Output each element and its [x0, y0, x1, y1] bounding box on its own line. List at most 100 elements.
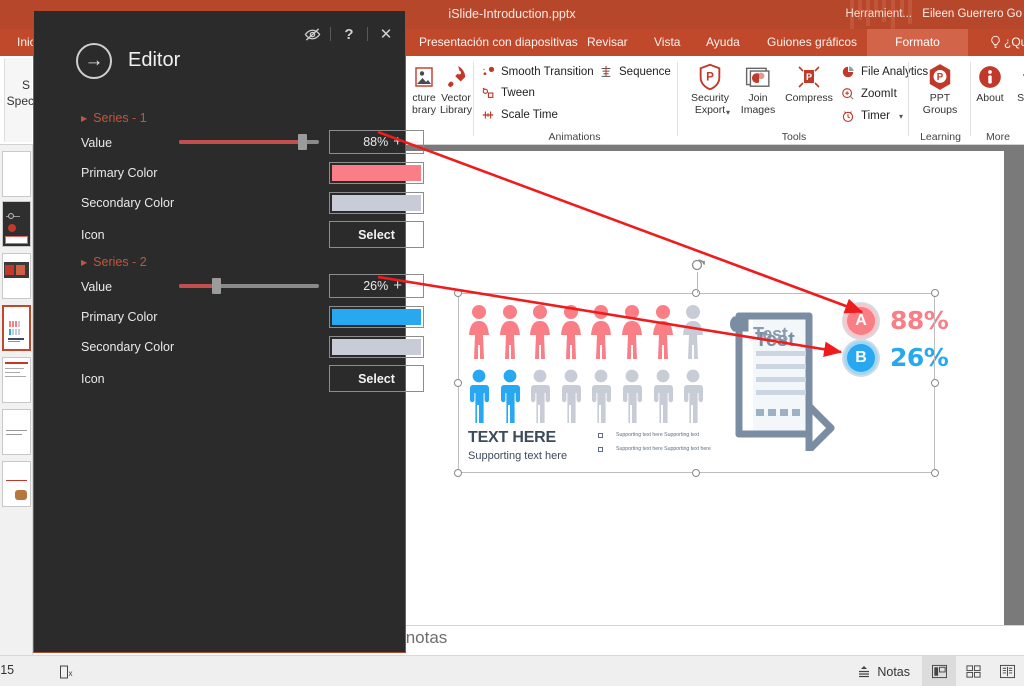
resize-handle-nw[interactable] — [454, 289, 462, 297]
contextual-tab-label: Herramient... — [845, 8, 912, 20]
account-name[interactable]: Eileen Guerrero Go — [922, 0, 1022, 29]
thumbnail-slide-current[interactable] — [2, 305, 31, 351]
series-1-increase-button[interactable]: + — [393, 134, 402, 149]
lightbulb-icon — [991, 35, 1000, 48]
slide-thumbnail-rail[interactable] — [0, 145, 33, 655]
sequence-button[interactable]: Sequence — [598, 62, 671, 82]
join-images-button[interactable]: Join Images — [736, 60, 780, 116]
tab-presentacion[interactable]: Presentación con diapositivas — [410, 29, 587, 56]
smooth-transition-button[interactable]: Smooth Transition — [480, 62, 594, 82]
series-2-decrease-button[interactable]: — — [407, 280, 418, 292]
thumbnail-slide[interactable] — [2, 409, 31, 455]
series-2-header[interactable]: ▶ Series - 2 — [81, 255, 147, 269]
resize-handle-e[interactable] — [931, 379, 939, 387]
editor-collapse-arrow-icon[interactable]: → — [76, 43, 112, 79]
timer-dropdown-arrow[interactable]: ▾ — [899, 112, 903, 121]
rotate-handle-icon[interactable] — [690, 257, 706, 273]
zoomit-label: ZoomIt — [861, 88, 897, 100]
side-panel-line-1: S — [21, 78, 30, 92]
series-1-value-slider[interactable] — [179, 134, 319, 150]
resize-handle-s[interactable] — [692, 469, 700, 477]
series-2-secondary-color-swatch[interactable] — [329, 336, 424, 358]
side-panel-line-2: Spec — [6, 94, 34, 108]
series-1-value-box[interactable]: 88% + — — [329, 130, 424, 154]
series-2-slider-knob[interactable] — [212, 278, 221, 294]
join-images-label-1: Join — [748, 92, 768, 104]
tell-me-box[interactable]: ¿Qu — [1004, 29, 1024, 56]
status-right-controls: Notas — [857, 656, 1024, 686]
vector-library-button[interactable]: Vector Library — [430, 60, 482, 116]
series-2-value-box[interactable]: 26% + — — [329, 274, 424, 298]
zoomit-button[interactable]: ZoomIt — [840, 84, 897, 104]
reading-view-button[interactable] — [990, 656, 1024, 686]
series-1-header[interactable]: ▶ Series - 1 — [81, 111, 147, 125]
thumbnail-slide[interactable] — [2, 461, 31, 507]
selection-frame — [458, 293, 935, 473]
series-1-icon-label: Icon — [81, 228, 105, 242]
resize-handle-n[interactable] — [692, 289, 700, 297]
slide-counter: a 8 de 15 — [0, 663, 15, 677]
islide-editor-panel[interactable]: ? ✕ → Editor ▶ Series - 1 Value 88% + — P… — [33, 10, 424, 653]
series-2-value: 26% — [363, 279, 389, 293]
tween-icon — [480, 85, 496, 101]
resize-handle-sw[interactable] — [454, 469, 462, 477]
learning-group-label: Learning — [920, 131, 961, 143]
series-1-secondary-color-swatch[interactable] — [329, 192, 424, 214]
ribbon-separator-3 — [908, 62, 909, 136]
security-export-dropdown-arrow[interactable]: ▾ — [726, 108, 730, 117]
ppt-groups-button[interactable]: P PPT Groups — [914, 60, 966, 116]
help-icon[interactable]: ? — [340, 25, 358, 43]
series-1-value: 88% — [363, 135, 389, 149]
resize-handle-se[interactable] — [931, 469, 939, 477]
settings-icon — [1006, 60, 1024, 93]
reading-view-icon — [999, 664, 1015, 679]
tab-revisar[interactable]: Revisar — [578, 29, 637, 56]
notes-toggle-label: Notas — [877, 664, 910, 679]
thumbnail-slide[interactable] — [2, 253, 31, 299]
thumbnail-slide[interactable] — [2, 357, 31, 403]
accessibility-icon[interactable]: x — [60, 665, 74, 679]
series-2-primary-color-swatch[interactable] — [329, 306, 424, 328]
series-1-decrease-button[interactable]: — — [407, 136, 418, 148]
editor-header-icons: ? ✕ — [303, 25, 395, 43]
status-bar: a 8 de 15 x Notas — [0, 655, 1024, 686]
series-2-value-slider[interactable] — [179, 278, 319, 294]
series-1-title: Series - 1 — [93, 111, 147, 125]
security-export-label-1: Security — [691, 92, 729, 104]
compress-button[interactable]: P Compress — [780, 60, 838, 105]
tab-formato[interactable]: Formato — [867, 29, 968, 56]
zoomit-icon — [840, 86, 856, 102]
slide-sorter-button[interactable] — [956, 656, 990, 686]
tween-button[interactable]: Tween — [480, 83, 535, 103]
tab-ayuda[interactable]: Ayuda — [697, 29, 749, 56]
series-2-primary-color-label: Primary Color — [81, 310, 158, 324]
thumbnail-slide[interactable] — [2, 151, 31, 197]
svg-text:P: P — [937, 72, 944, 83]
resize-handle-ne[interactable] — [931, 289, 939, 297]
side-panel-fragment: S Spec — [4, 58, 34, 142]
ppt-groups-label-1: PPT — [929, 92, 951, 104]
timer-button[interactable]: Timer ▾ — [840, 106, 903, 126]
app-root: iSlide-Introduction.pptx Herramient... E… — [0, 0, 1024, 686]
scale-time-button[interactable]: Scale Time — [480, 105, 558, 125]
editor-title: Editor — [128, 49, 181, 71]
series-1-primary-color-swatch[interactable] — [329, 162, 424, 184]
eye-slash-icon[interactable] — [303, 25, 321, 43]
close-icon[interactable]: ✕ — [377, 25, 395, 43]
ribbon-group-more: About Set More — [972, 56, 1024, 145]
vector-library-icon — [430, 60, 482, 93]
notes-toggle-button[interactable]: Notas — [857, 665, 922, 679]
series-2-select-icon-button[interactable]: Select — [329, 365, 424, 392]
series-1-slider-knob[interactable] — [298, 134, 307, 150]
series-1-value-label: Value — [81, 136, 113, 150]
sequence-label: Sequence — [619, 66, 671, 78]
settings-button[interactable]: Set — [1006, 60, 1024, 105]
resize-handle-w[interactable] — [454, 379, 462, 387]
series-2-increase-button[interactable]: + — [393, 278, 402, 293]
tab-guiones-graficos[interactable]: Guiones gráficos — [758, 29, 866, 56]
series-1-select-icon-button[interactable]: Select — [329, 221, 424, 248]
thumbnail-slide[interactable] — [2, 201, 31, 247]
normal-view-button[interactable] — [922, 656, 956, 686]
svg-text:x: x — [69, 669, 73, 678]
tab-vista[interactable]: Vista — [645, 29, 689, 56]
